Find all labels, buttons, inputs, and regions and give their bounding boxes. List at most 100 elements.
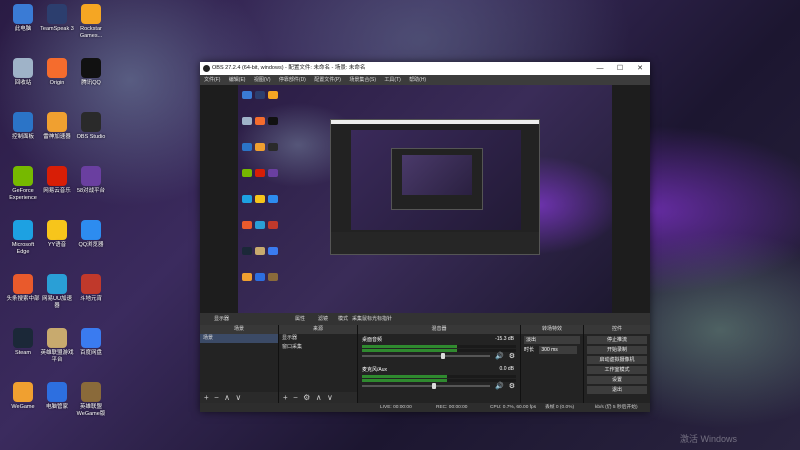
window-title: OBS 27.2.4 (64-bit, windows) - 配置文件: 未命名… bbox=[212, 65, 366, 71]
preview-desktop-icon bbox=[255, 117, 265, 125]
status-bar: LIVE: 00:00:00 REC: 00:00:00 CPU: 0.7%, … bbox=[200, 403, 650, 412]
desktop-icon[interactable]: 此电脑 bbox=[6, 4, 40, 33]
app-icon bbox=[81, 4, 101, 24]
desktop-icon[interactable]: QQ浏览器 bbox=[74, 220, 108, 249]
desktop-icon-label: 此电脑 bbox=[14, 26, 32, 32]
app-icon bbox=[47, 58, 67, 78]
obs-window: OBS 27.2.4 (64-bit, windows) - 配置文件: 未命名… bbox=[200, 62, 650, 412]
menu-file[interactable]: 文件(F) bbox=[204, 75, 220, 85]
speaker-icon[interactable]: 🔊 bbox=[495, 382, 504, 390]
close-button[interactable]: ✕ bbox=[630, 62, 650, 75]
app-icon bbox=[47, 274, 67, 294]
desktop-icon[interactable]: 电脑管家 bbox=[40, 382, 74, 411]
desktop-icon[interactable]: 腾讯QQ bbox=[74, 58, 108, 87]
volume-meter bbox=[362, 379, 516, 382]
mixer-channel: 桌面音频 -15.3 dB 🔊 ⚙ bbox=[358, 336, 520, 364]
app-icon bbox=[47, 328, 67, 348]
source-item[interactable]: 显示器 bbox=[279, 334, 357, 343]
desktop-icon[interactable]: Steam bbox=[6, 328, 40, 357]
duration-input[interactable]: 300 ms bbox=[539, 346, 578, 354]
move-down-icon[interactable]: ∨ bbox=[327, 393, 333, 402]
studio-mode-button[interactable]: 工作室模式 bbox=[587, 366, 647, 374]
desktop-icon-label: 百度网盘 bbox=[79, 350, 102, 356]
preview-desktop-icon bbox=[255, 91, 265, 99]
menu-tools[interactable]: 工具(T) bbox=[384, 75, 400, 85]
start-recording-button[interactable]: 开始录制 bbox=[587, 346, 647, 354]
preview-area[interactable] bbox=[200, 85, 650, 313]
desktop-icon[interactable]: Microsoft Edge bbox=[6, 220, 40, 256]
transition-select[interactable]: 淡出 bbox=[524, 336, 580, 344]
move-up-icon[interactable]: ∧ bbox=[224, 393, 230, 402]
minimize-button[interactable]: — bbox=[590, 62, 610, 75]
move-down-icon[interactable]: ∨ bbox=[235, 393, 241, 402]
app-icon bbox=[47, 220, 67, 240]
desktop-icon[interactable]: 58对战平台 bbox=[74, 166, 108, 195]
stop-streaming-button[interactable]: 停止推流 bbox=[587, 336, 647, 344]
preview-desktop-icon bbox=[268, 247, 278, 255]
dropped-frames: 丢帧 0 (0.0%) bbox=[545, 405, 575, 410]
properties-button[interactable]: 属性 bbox=[295, 313, 305, 325]
desktop-icon[interactable]: WeGame bbox=[6, 382, 40, 411]
menu-help[interactable]: 帮助(H) bbox=[409, 75, 426, 85]
app-icon bbox=[13, 166, 33, 186]
settings-button[interactable]: 设置 bbox=[587, 376, 647, 384]
source-toolbar: 显示器 属性 滤镜 模式 采集鼠标光标指针 bbox=[200, 313, 650, 325]
desktop-icon[interactable]: 网易UU加速器 bbox=[40, 274, 74, 310]
menu-edit[interactable]: 编辑(E) bbox=[229, 75, 246, 85]
app-icon bbox=[13, 4, 33, 24]
desktop-icon[interactable]: 百度网盘 bbox=[74, 328, 108, 357]
desktop-icon[interactable]: 雷神加速器 bbox=[40, 112, 74, 141]
preview-desktop-icon bbox=[242, 195, 252, 203]
desktop-icon[interactable]: 英雄联盟游戏平台 bbox=[40, 328, 74, 364]
start-virtual-camera-button[interactable]: 启动虚拟摄像机 bbox=[587, 356, 647, 364]
source-settings-icon[interactable]: ⚙ bbox=[303, 393, 310, 402]
desktop-icon-label: QQ浏览器 bbox=[78, 242, 104, 248]
desktop-icon[interactable]: 头条搜索中部 bbox=[6, 274, 40, 303]
remove-scene-icon[interactable]: − bbox=[214, 393, 219, 402]
maximize-button[interactable]: ☐ bbox=[610, 62, 630, 75]
menu-profile[interactable]: 配置文件(P) bbox=[314, 75, 341, 85]
desktop-icon[interactable]: YY语音 bbox=[40, 220, 74, 249]
volume-slider[interactable] bbox=[362, 383, 490, 389]
mode-select[interactable]: 采集鼠标光标指针 bbox=[352, 313, 392, 325]
app-icon bbox=[13, 274, 33, 294]
menu-view[interactable]: 视图(V) bbox=[254, 75, 271, 85]
preview-desktop-icon bbox=[242, 169, 252, 177]
menu-docks[interactable]: 停靠部件(D) bbox=[279, 75, 306, 85]
desktop-icon[interactable]: TeamSpeak 3 bbox=[40, 4, 74, 33]
menu-scene-collection[interactable]: 场景集合(S) bbox=[349, 75, 376, 85]
volume-slider[interactable] bbox=[362, 353, 490, 359]
scenes-header: 场景 bbox=[200, 325, 278, 334]
obs-logo-icon bbox=[203, 65, 210, 72]
desktop-icon[interactable]: 控制面板 bbox=[6, 112, 40, 141]
desktop-icon[interactable]: GeForce Experience bbox=[6, 166, 40, 202]
desktop-icon[interactable]: Rockstar Games... bbox=[74, 4, 108, 40]
app-icon bbox=[13, 220, 33, 240]
channel-settings-icon[interactable]: ⚙ bbox=[509, 352, 515, 360]
move-up-icon[interactable]: ∧ bbox=[316, 393, 322, 402]
desktop-icon[interactable]: OBS Studio bbox=[74, 112, 108, 141]
desktop-icon[interactable]: Origin bbox=[40, 58, 74, 87]
title-bar[interactable]: OBS 27.2.4 (64-bit, windows) - 配置文件: 未命名… bbox=[200, 62, 650, 75]
app-icon bbox=[81, 328, 101, 348]
desktop-icon[interactable]: 网易云音乐 bbox=[40, 166, 74, 195]
speaker-icon[interactable]: 🔊 bbox=[495, 352, 504, 360]
desktop-icon[interactable]: 斗地元宵 bbox=[74, 274, 108, 303]
app-icon bbox=[13, 58, 33, 78]
preview-canvas[interactable] bbox=[238, 85, 612, 313]
add-source-icon[interactable]: + bbox=[283, 393, 288, 402]
app-icon bbox=[81, 274, 101, 294]
exit-button[interactable]: 退出 bbox=[587, 386, 647, 394]
desktop-icon[interactable]: 回收站 bbox=[6, 58, 40, 87]
app-icon bbox=[47, 382, 67, 402]
scene-item[interactable]: 场景 bbox=[200, 334, 278, 343]
filters-button[interactable]: 滤镜 bbox=[318, 313, 328, 325]
desktop-icon-label: 回收站 bbox=[14, 80, 32, 86]
desktop-icon[interactable]: 英雄联盟WeGame版 bbox=[74, 382, 108, 418]
channel-settings-icon[interactable]: ⚙ bbox=[509, 382, 515, 390]
live-timer: LIVE: 00:00:00 bbox=[380, 405, 412, 410]
add-scene-icon[interactable]: + bbox=[204, 393, 209, 402]
remove-source-icon[interactable]: − bbox=[293, 393, 298, 402]
desktop-icon-label: 电脑管家 bbox=[45, 404, 68, 410]
source-item[interactable]: 窗口采集 bbox=[279, 343, 357, 352]
